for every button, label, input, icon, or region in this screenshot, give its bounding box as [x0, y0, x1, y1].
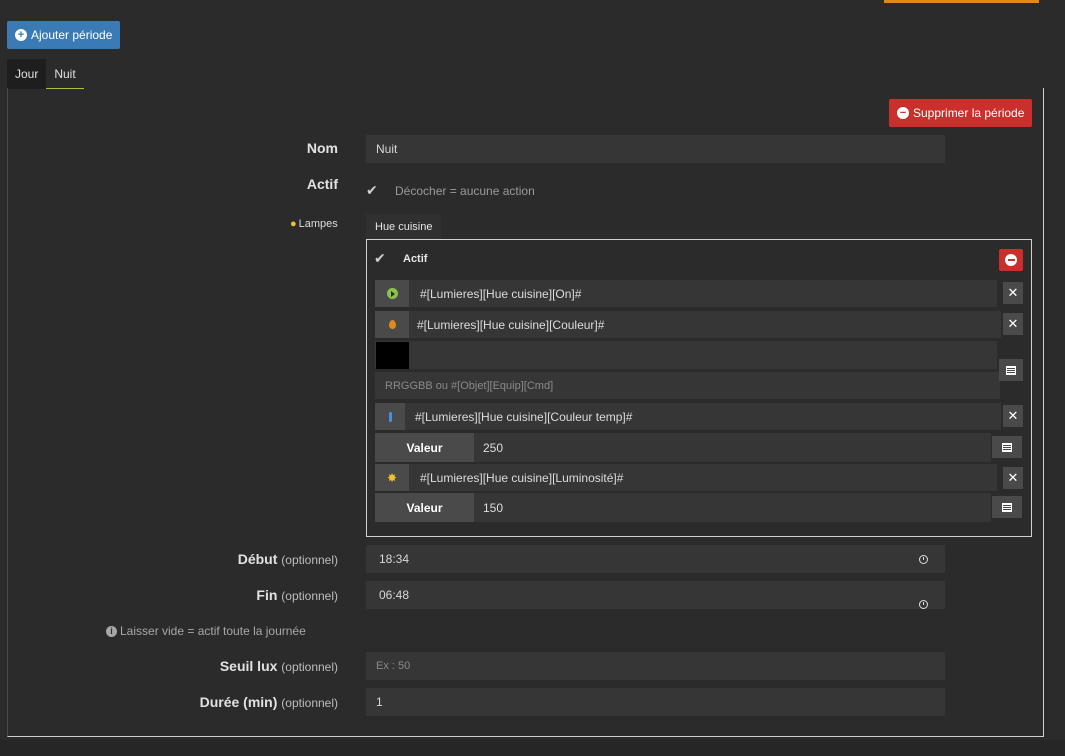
add-period-label: Ajouter période	[31, 28, 113, 42]
cmd-couleur-input[interactable]: #[Lumieres][Hue cuisine][Couleur]#	[409, 318, 604, 332]
seuil-placeholder: Ex : 50	[376, 660, 411, 672]
remove-cmd-couleur-temp-button[interactable]: ✕	[1003, 405, 1023, 427]
play-icon	[375, 280, 409, 307]
info-icon: i	[106, 625, 117, 637]
minus-circle-icon: −	[897, 107, 909, 119]
color-input[interactable]: RRGGBB ou #[Objet][Equip][Cmd]	[375, 372, 1000, 399]
lamp-tab-hue-cuisine[interactable]: Hue cuisine	[366, 214, 441, 240]
lamp-actif-label: Actif	[403, 253, 428, 265]
top-accent-bar	[884, 0, 1039, 3]
duree-label: Durée (min)	[199, 694, 278, 710]
fin-label: Fin	[256, 587, 278, 603]
plus-circle-icon: +	[15, 29, 27, 41]
fin-label-group: Fin (optionnel)	[150, 587, 338, 603]
tab-nuit[interactable]: Nuit	[46, 59, 84, 89]
luminosite-select-button[interactable]	[992, 496, 1022, 518]
cmd-couleur-temp-input[interactable]: #[Lumieres][Hue cuisine][Couleur temp]#	[405, 410, 632, 424]
tab-jour[interactable]: Jour	[7, 59, 47, 89]
lamp-actif-checkbox[interactable]: ✔	[374, 250, 386, 267]
luminosite-valeur-row: Valeur 150	[375, 493, 991, 522]
color-input-placeholder: RRGGBB ou #[Objet][Equip][Cmd]	[385, 379, 554, 392]
nom-input[interactable]: Nuit	[366, 135, 945, 163]
delete-period-button[interactable]: − Supprimer la période	[889, 99, 1032, 127]
debut-label: Début	[237, 551, 278, 567]
lampes-label-group: ● Lampes	[290, 218, 342, 230]
fin-optional: (optionnel)	[281, 589, 338, 603]
clock-icon	[919, 600, 928, 609]
cmd-luminosite-input[interactable]: #[Lumieres][Hue cuisine][Luminosité]#	[409, 471, 623, 485]
bottom-strip	[0, 740, 1065, 756]
debut-optional: (optionnel)	[281, 553, 338, 567]
nom-label: Nom	[306, 140, 338, 156]
couleur-temp-valeur-row: Valeur 250	[375, 433, 991, 462]
lampes-label: Lampes	[298, 218, 338, 230]
duree-label-group: Durée (min) (optionnel)	[150, 694, 338, 710]
seuil-label-group: Seuil lux (optionnel)	[150, 658, 338, 674]
thermometer-icon	[375, 403, 405, 430]
debut-label-group: Début (optionnel)	[150, 551, 338, 567]
add-period-button[interactable]: + Ajouter période	[7, 21, 120, 49]
seuil-label: Seuil lux	[219, 658, 278, 674]
cmd-on-row: #[Lumieres][Hue cuisine][On]#	[375, 280, 997, 307]
color-swatch-row	[375, 341, 997, 369]
remove-cmd-luminosite-button[interactable]: ✕	[1003, 467, 1023, 489]
info-line: i Laisser vide = actif toute la journée	[106, 624, 306, 638]
actif-label: Actif	[306, 176, 338, 192]
cmd-on-input[interactable]: #[Lumieres][Hue cuisine][On]#	[409, 287, 581, 301]
list-icon	[1002, 502, 1012, 512]
luminosite-valeur-label: Valeur	[375, 493, 474, 522]
droplet-icon	[375, 311, 409, 338]
info-text: Laisser vide = actif toute la journée	[120, 624, 306, 638]
couleur-temp-valeur-label: Valeur	[375, 433, 474, 462]
cmd-couleur-row: #[Lumieres][Hue cuisine][Couleur]#	[375, 311, 1001, 338]
clock-icon	[919, 555, 928, 564]
seuil-optional: (optionnel)	[281, 660, 338, 674]
remove-lamp-button[interactable]	[999, 249, 1023, 271]
actif-hint: Décocher = aucune action	[395, 184, 535, 198]
lightbulb-icon: ●	[290, 218, 297, 230]
duree-value: 1	[376, 695, 383, 709]
cmd-couleur-temp-row: #[Lumieres][Hue cuisine][Couleur temp]#	[375, 403, 1001, 430]
duree-optional: (optionnel)	[281, 696, 338, 710]
delete-period-label: Supprimer la période	[913, 106, 1025, 120]
fin-input[interactable]: 06:48	[366, 581, 945, 609]
remove-cmd-on-button[interactable]: ✕	[1003, 282, 1023, 304]
list-icon	[1006, 365, 1016, 375]
sun-icon: ✸	[375, 464, 409, 491]
period-tabs: Jour Nuit	[7, 59, 84, 89]
seuil-input[interactable]: Ex : 50	[366, 652, 945, 680]
minus-circle-icon	[1005, 254, 1017, 266]
duree-input[interactable]: 1	[366, 688, 945, 716]
couleur-temp-valeur-input[interactable]: 250	[474, 441, 503, 455]
color-swatch[interactable]	[376, 342, 409, 369]
luminosite-valeur-input[interactable]: 150	[474, 501, 503, 515]
debut-value: 18:34	[379, 552, 410, 566]
couleur-temp-select-button[interactable]	[992, 436, 1022, 458]
remove-cmd-couleur-button[interactable]: ✕	[1003, 313, 1023, 335]
fin-value: 06:48	[379, 588, 410, 602]
color-select-button[interactable]	[999, 359, 1023, 381]
cmd-luminosite-row: ✸ #[Lumieres][Hue cuisine][Luminosité]#	[375, 464, 997, 491]
debut-input[interactable]: 18:34	[366, 545, 945, 573]
list-icon	[1002, 442, 1012, 452]
actif-checkbox[interactable]: ✔	[366, 182, 378, 199]
